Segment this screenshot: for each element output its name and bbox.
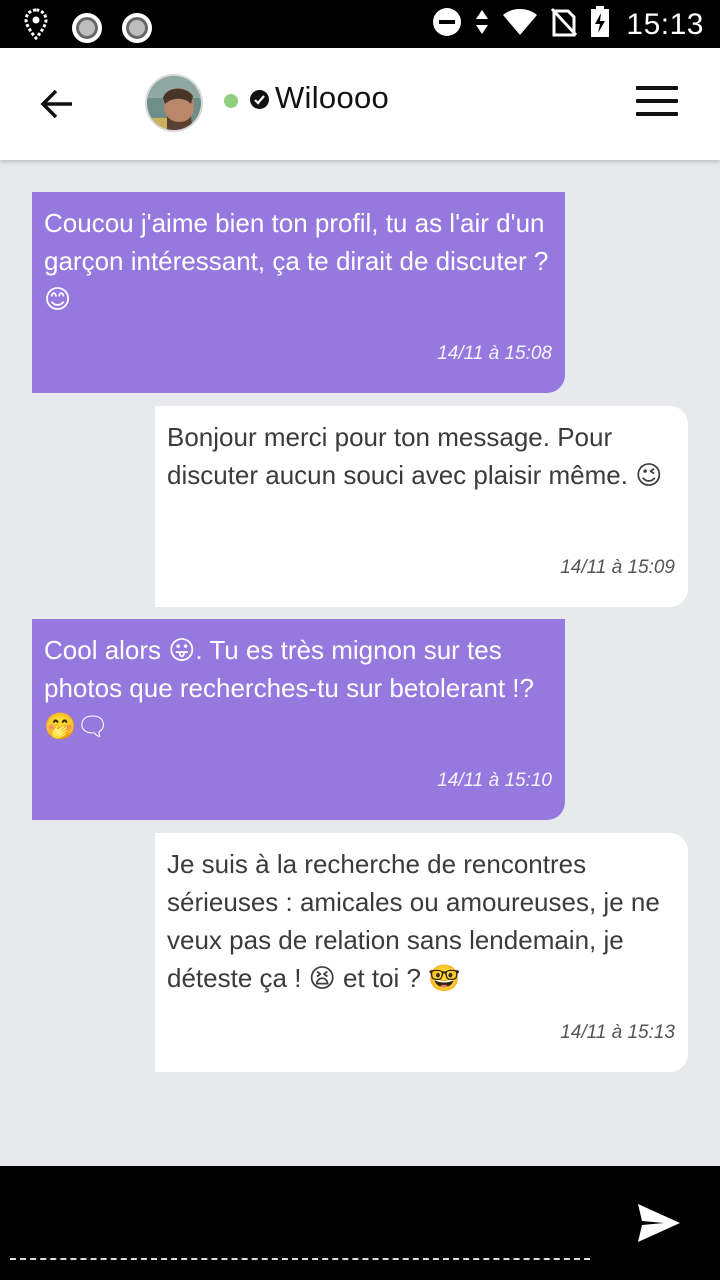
- message-text: Cool alors 😛. Tu es très mignon sur tes …: [44, 635, 542, 741]
- message-timestamp: 14/11 à 15:09: [560, 557, 675, 578]
- message-text: Bonjour merci pour ton message. Pour dis…: [167, 422, 663, 490]
- back-button[interactable]: [34, 84, 78, 124]
- contact-name[interactable]: Wiloooo: [275, 80, 389, 116]
- menu-icon: [636, 86, 678, 90]
- message-incoming[interactable]: Cool alors 😛. Tu es très mignon sur tes …: [32, 619, 565, 820]
- message-input[interactable]: [10, 1190, 590, 1260]
- message-outgoing[interactable]: Bonjour merci pour ton message. Pour dis…: [155, 406, 688, 607]
- menu-button[interactable]: [636, 86, 678, 116]
- message-incoming[interactable]: Coucou j'aime bien ton profil, tu as l'a…: [32, 192, 565, 393]
- location-icon: [20, 8, 52, 47]
- notification-circle-icon: [122, 12, 152, 43]
- avatar[interactable]: [145, 74, 203, 132]
- dnd-icon: [432, 7, 462, 42]
- battery-charging-icon: [590, 6, 610, 43]
- message-text: Je suis à la recherche de rencontres sér…: [167, 849, 668, 993]
- back-arrow-icon: [40, 89, 72, 119]
- message-outgoing[interactable]: Je suis à la recherche de rencontres sér…: [155, 833, 688, 1072]
- status-bar: 15:13: [0, 0, 720, 48]
- message-timestamp: 14/11 à 15:10: [437, 770, 552, 791]
- message-timestamp: 14/11 à 15:08: [437, 343, 552, 364]
- verified-icon: [250, 90, 269, 109]
- compose-bar: [0, 1166, 720, 1280]
- no-sim-icon: [550, 7, 578, 42]
- send-icon: [638, 1204, 680, 1242]
- chat-header: Wiloooo: [0, 48, 720, 160]
- clock: 15:13: [626, 7, 704, 41]
- message-timestamp: 14/11 à 15:13: [560, 1022, 675, 1043]
- send-button[interactable]: [636, 1202, 682, 1244]
- online-status-dot: [224, 94, 238, 108]
- notification-circle-icon: [72, 12, 102, 43]
- message-text: Coucou j'aime bien ton profil, tu as l'a…: [44, 208, 556, 314]
- data-arrows-icon: [474, 7, 490, 42]
- wifi-icon: [502, 7, 538, 42]
